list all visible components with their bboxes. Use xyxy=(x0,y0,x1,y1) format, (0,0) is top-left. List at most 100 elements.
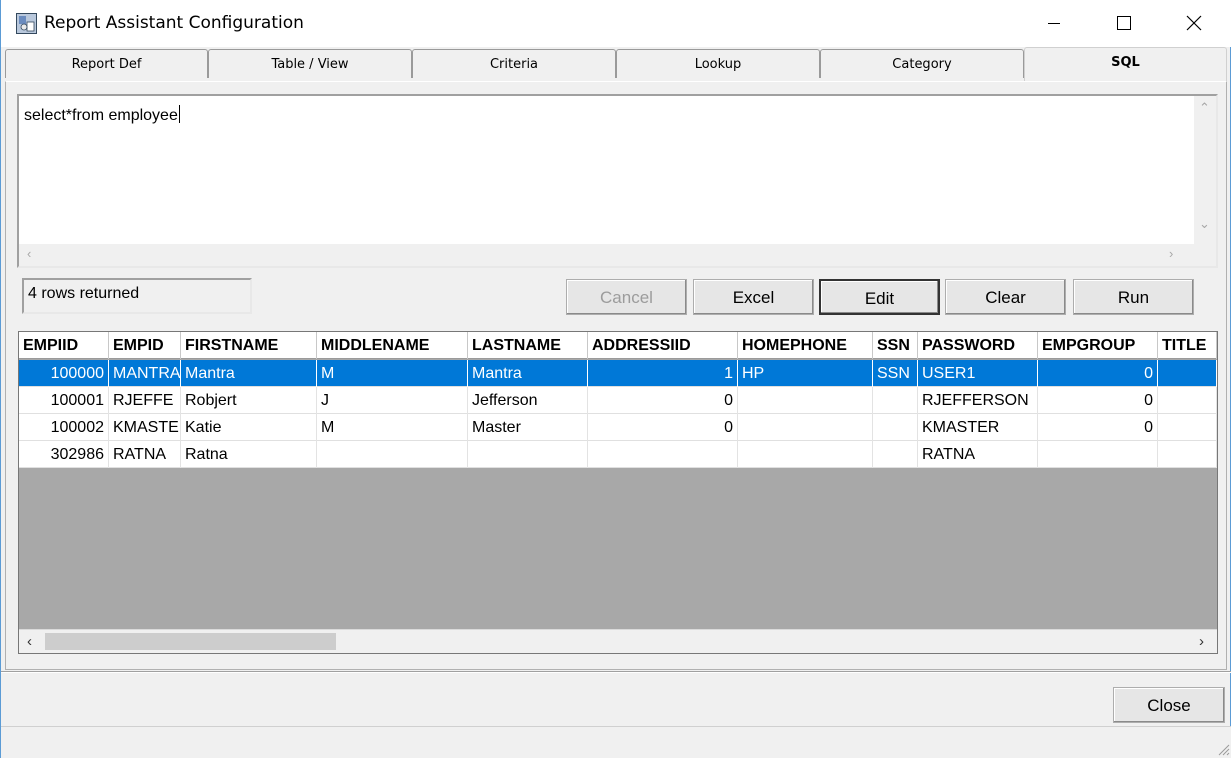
table-cell[interactable]: M xyxy=(317,360,468,387)
table-cell[interactable] xyxy=(1158,414,1217,441)
resize-grip-icon[interactable] xyxy=(1216,742,1230,756)
table-cell[interactable]: M xyxy=(317,414,468,441)
table-cell[interactable]: Jefferson xyxy=(468,387,588,414)
table-cell[interactable]: MANTRA xyxy=(109,360,181,387)
tab-sql[interactable]: SQL xyxy=(1024,47,1227,81)
sql-horizontal-scrollbar[interactable]: ‹ › xyxy=(19,244,1196,266)
scroll-down-icon[interactable]: ⌄ xyxy=(1199,216,1210,232)
scroll-up-icon[interactable]: ⌃ xyxy=(1199,100,1210,116)
scroll-right-icon[interactable]: › xyxy=(1169,246,1173,261)
close-icon xyxy=(1186,15,1202,31)
table-cell[interactable]: HP xyxy=(738,360,873,387)
table-cell[interactable]: Robjert xyxy=(181,387,317,414)
table-row[interactable]: 100001 RJEFFE Robjert J Jefferson 0 RJEFFERSON… xyxy=(19,387,1217,414)
scroll-left-icon[interactable]: ‹ xyxy=(27,246,31,261)
column-header[interactable]: EMPID xyxy=(109,332,181,359)
table-cell[interactable]: KMASTE xyxy=(109,414,181,441)
table-row[interactable]: 100000 MANTRA Mantra M Mantra 1 HP SSN USER1 0 xyxy=(19,360,1217,387)
grid-horizontal-scrollbar[interactable]: ‹ › xyxy=(19,629,1217,653)
table-cell[interactable]: 0 xyxy=(588,414,738,441)
table-cell[interactable] xyxy=(1158,441,1217,468)
grid-header: EMPIID EMPID FIRSTNAME MIDDLENAME LASTNAME AD… xyxy=(19,332,1217,359)
table-cell[interactable]: RATNA xyxy=(109,441,181,468)
tab-table-view[interactable]: Table / View xyxy=(208,49,412,78)
tab-lookup[interactable]: Lookup xyxy=(616,49,820,78)
clear-button[interactable]: Clear xyxy=(945,279,1066,315)
table-row[interactable]: 100002 KMASTE Katie M Master 0 KMASTER 0 xyxy=(19,414,1217,441)
table-cell[interactable]: RJEFFERSON xyxy=(918,387,1038,414)
sql-query-editor[interactable]: select*from employee ⌃ ⌄ ‹ › xyxy=(17,94,1218,268)
scroll-right-icon[interactable]: › xyxy=(1199,633,1204,650)
table-cell[interactable]: Katie xyxy=(181,414,317,441)
report-assistant-window: Report Assistant Configuration Report De… xyxy=(0,0,1231,758)
excel-label: Excel xyxy=(732,288,775,307)
column-header[interactable]: PASSWORD xyxy=(918,332,1038,359)
table-cell[interactable]: Mantra xyxy=(468,360,588,387)
minimize-button[interactable] xyxy=(1031,0,1077,46)
table-cell[interactable] xyxy=(1038,441,1158,468)
table-cell[interactable]: 0 xyxy=(1038,387,1158,414)
table-cell[interactable]: 0 xyxy=(588,387,738,414)
tab-label: Criteria xyxy=(489,57,539,72)
table-cell[interactable] xyxy=(1158,387,1217,414)
cancel-label: Cancel xyxy=(600,288,653,307)
table-cell[interactable]: 0 xyxy=(1038,414,1158,441)
sql-vertical-scrollbar[interactable]: ⌃ ⌄ xyxy=(1194,96,1216,266)
column-header[interactable]: LASTNAME xyxy=(468,332,588,359)
column-header[interactable]: SSN xyxy=(873,332,918,359)
table-cell[interactable]: Mantra xyxy=(181,360,317,387)
table-cell[interactable]: RJEFFE xyxy=(109,387,181,414)
edit-button[interactable]: Edit xyxy=(819,279,940,315)
maximize-button[interactable] xyxy=(1101,0,1147,46)
table-cell[interactable] xyxy=(588,441,738,468)
column-header[interactable]: EMPGROUP xyxy=(1038,332,1158,359)
text-caret xyxy=(178,105,180,123)
table-cell[interactable]: SSN xyxy=(873,360,918,387)
table-cell[interactable] xyxy=(738,441,873,468)
cancel-button[interactable]: Cancel xyxy=(566,279,687,315)
column-header[interactable]: TITLE xyxy=(1158,332,1217,359)
table-cell[interactable]: 1 xyxy=(588,360,738,387)
table-cell[interactable]: 100001 xyxy=(19,387,109,414)
table-cell[interactable]: 0 xyxy=(1038,360,1158,387)
column-header[interactable]: ADDRESSIID xyxy=(588,332,738,359)
table-cell[interactable]: RATNA xyxy=(918,441,1038,468)
table-cell[interactable] xyxy=(468,441,588,468)
table-cell[interactable] xyxy=(738,387,873,414)
tab-criteria[interactable]: Criteria xyxy=(412,49,616,78)
table-cell[interactable] xyxy=(873,441,918,468)
title-bar: Report Assistant Configuration xyxy=(1,0,1231,47)
tab-label: SQL xyxy=(1111,55,1140,70)
column-header[interactable]: FIRSTNAME xyxy=(181,332,317,359)
table-cell[interactable] xyxy=(1158,360,1217,387)
column-header[interactable]: MIDDLENAME xyxy=(317,332,468,359)
table-cell[interactable]: Master xyxy=(468,414,588,441)
run-button[interactable]: Run xyxy=(1073,279,1194,315)
scroll-left-icon[interactable]: ‹ xyxy=(27,633,32,650)
table-cell[interactable]: 100000 xyxy=(19,360,109,387)
results-grid[interactable]: EMPIID EMPID FIRSTNAME MIDDLENAME LASTNAME AD… xyxy=(18,331,1218,654)
table-cell[interactable]: KMASTER xyxy=(918,414,1038,441)
table-cell[interactable] xyxy=(738,414,873,441)
table-cell[interactable] xyxy=(873,414,918,441)
tab-label: Report Def xyxy=(71,57,142,72)
table-cell[interactable]: USER1 xyxy=(918,360,1038,387)
table-cell[interactable]: J xyxy=(317,387,468,414)
close-button[interactable]: Close xyxy=(1113,687,1225,723)
close-window-button[interactable] xyxy=(1171,0,1217,46)
tab-category[interactable]: Category xyxy=(820,49,1024,78)
table-cell[interactable] xyxy=(317,441,468,468)
table-cell[interactable]: 100002 xyxy=(19,414,109,441)
status-bar xyxy=(1,726,1231,758)
table-cell[interactable]: 302986 xyxy=(19,441,109,468)
edit-label: Edit xyxy=(864,289,895,308)
scrollbar-thumb[interactable] xyxy=(45,633,336,650)
tab-report-def[interactable]: Report Def xyxy=(5,49,208,78)
column-header[interactable]: HOMEPHONE xyxy=(738,332,873,359)
table-cell[interactable] xyxy=(873,387,918,414)
table-cell[interactable]: Ratna xyxy=(181,441,317,468)
table-row[interactable]: 302986 RATNA Ratna RATNA xyxy=(19,441,1217,468)
excel-button[interactable]: Excel xyxy=(693,279,814,315)
column-header[interactable]: EMPIID xyxy=(19,332,109,359)
clear-label: Clear xyxy=(985,288,1026,307)
